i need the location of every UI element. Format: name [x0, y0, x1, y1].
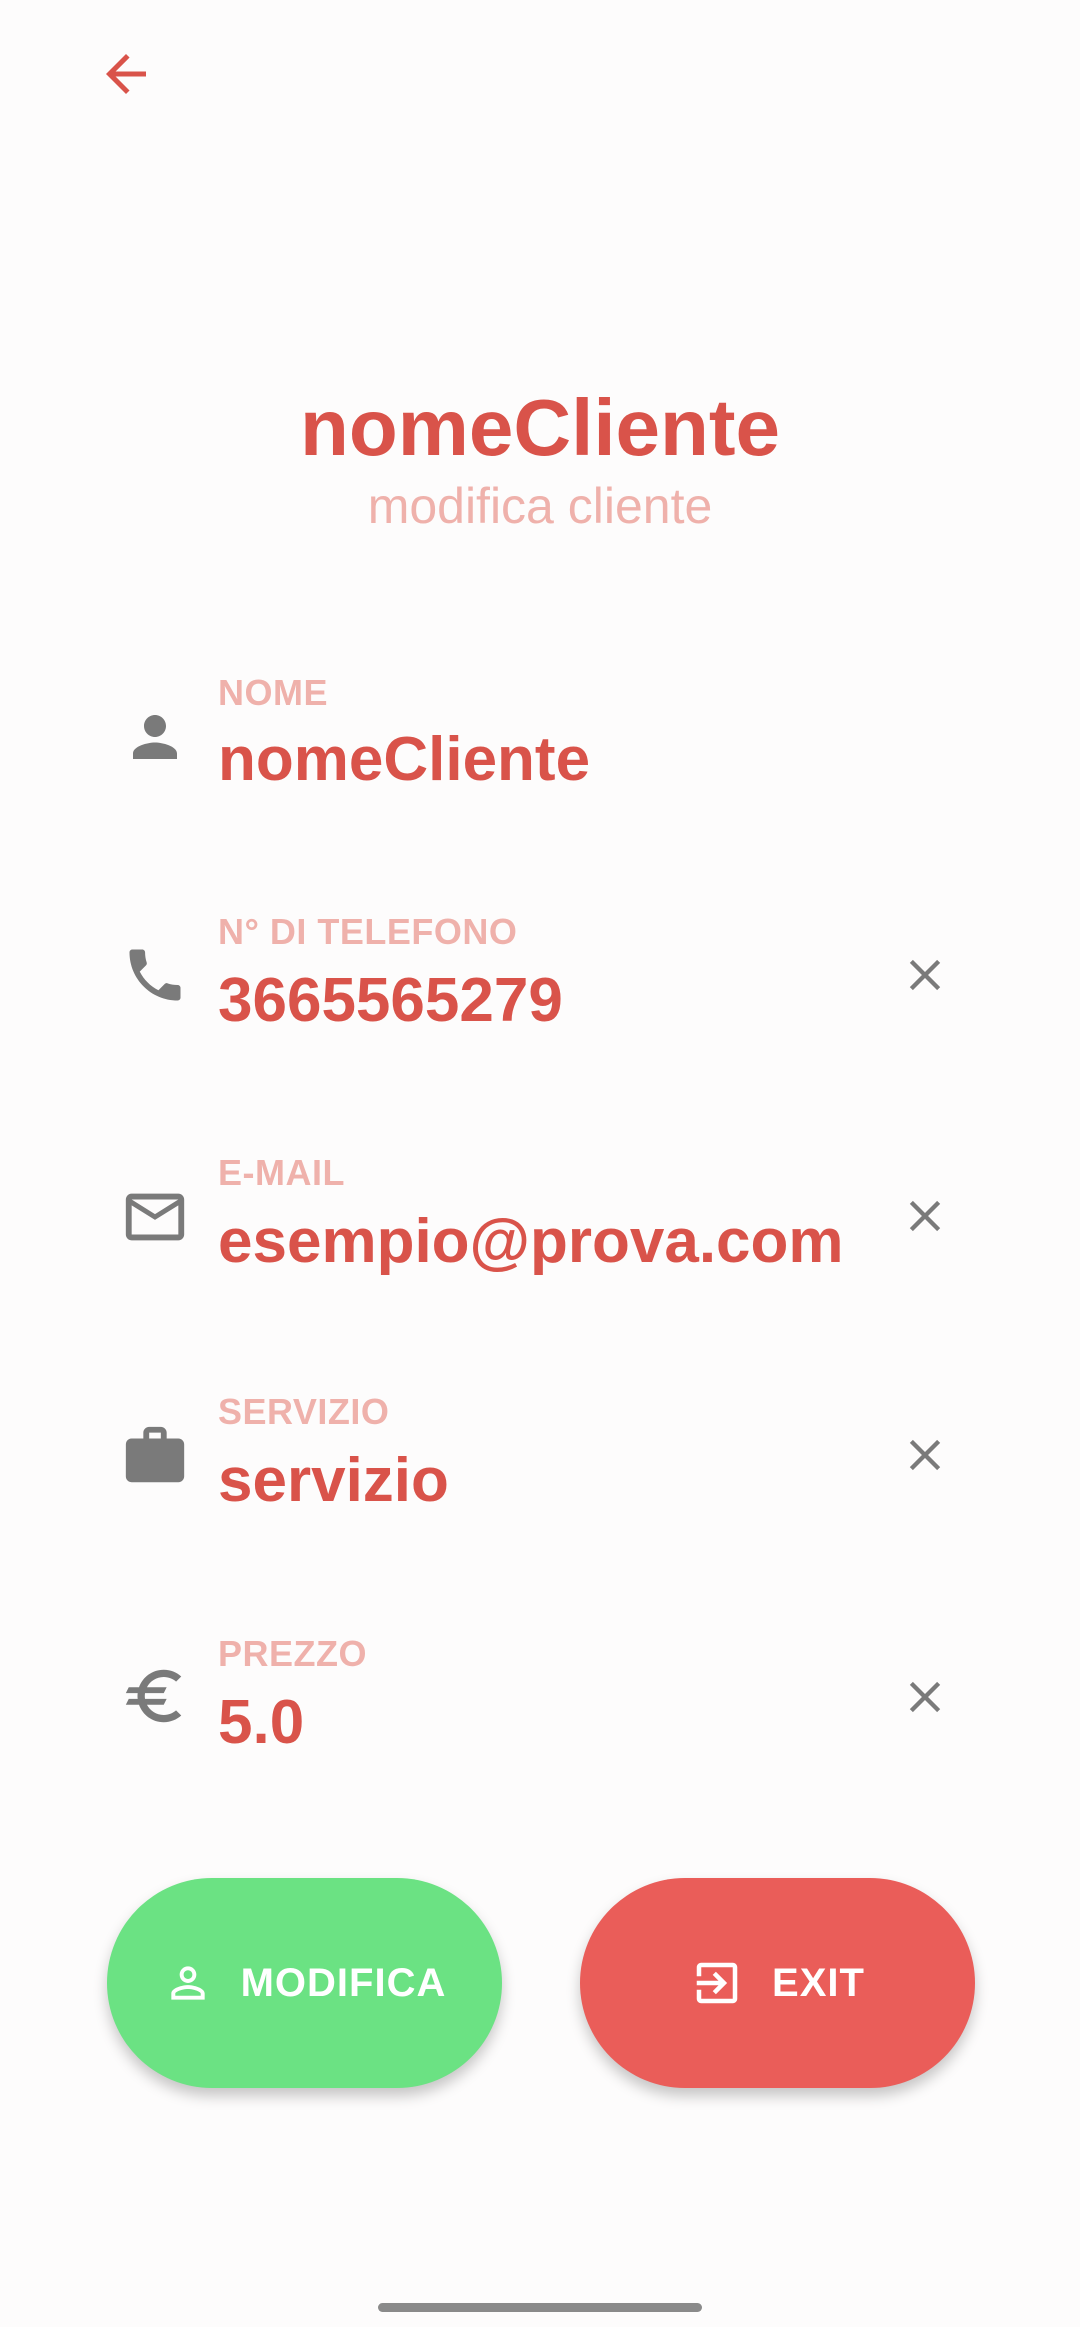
- field-servizio[interactable]: SERVIZIO servizio: [0, 1383, 1080, 1523]
- close-icon: [909, 959, 941, 991]
- name-input[interactable]: nomeCliente: [218, 724, 590, 795]
- service-input[interactable]: servizio: [218, 1445, 449, 1516]
- modifica-label: MODIFICA: [240, 1960, 447, 2005]
- field-label: SERVIZIO: [218, 1391, 390, 1432]
- field-label: E-MAIL: [218, 1152, 345, 1193]
- field-label: NOME: [218, 672, 328, 713]
- close-icon: [909, 1681, 941, 1713]
- field-nome[interactable]: NOME nomeCliente: [0, 662, 1080, 802]
- phone-icon: [118, 938, 192, 1012]
- field-email[interactable]: E-MAIL esempio@prova.com: [0, 1144, 1080, 1284]
- close-icon: [909, 1439, 941, 1471]
- phone-input[interactable]: 3665565279: [218, 965, 563, 1036]
- person-icon: [118, 700, 192, 774]
- page-header: nomeCliente modifica cliente: [0, 380, 1080, 536]
- field-label: N° DI TELEFONO: [218, 911, 518, 952]
- person-outline-icon: [170, 1966, 205, 2000]
- clear-email-button[interactable]: [895, 1186, 955, 1246]
- exit-icon: [696, 1962, 738, 2004]
- close-icon: [909, 1200, 941, 1232]
- clear-price-button[interactable]: [895, 1667, 955, 1727]
- page-title: nomeCliente: [299, 383, 781, 472]
- modifica-button[interactable]: MODIFICA: [107, 1878, 502, 2088]
- field-telefono[interactable]: N° DI TELEFONO 3665565279: [0, 903, 1080, 1043]
- price-input[interactable]: 5.0: [218, 1687, 304, 1758]
- clear-phone-button[interactable]: [895, 945, 955, 1005]
- arrow-back-icon: [106, 54, 146, 94]
- page-subtitle: modifica cliente: [367, 478, 713, 534]
- euro-icon: [118, 1659, 192, 1733]
- field-prezzo[interactable]: PREZZO 5.0: [0, 1625, 1080, 1765]
- mail-icon: [118, 1180, 192, 1254]
- briefcase-icon: [118, 1419, 192, 1493]
- exit-button[interactable]: EXIT: [580, 1878, 975, 2088]
- email-input[interactable]: esempio@prova.com: [218, 1206, 844, 1277]
- clear-service-button[interactable]: [895, 1425, 955, 1485]
- exit-label: EXIT: [772, 1960, 865, 2005]
- home-indicator[interactable]: [378, 2303, 702, 2312]
- field-label: PREZZO: [218, 1633, 368, 1674]
- back-button[interactable]: [88, 36, 164, 112]
